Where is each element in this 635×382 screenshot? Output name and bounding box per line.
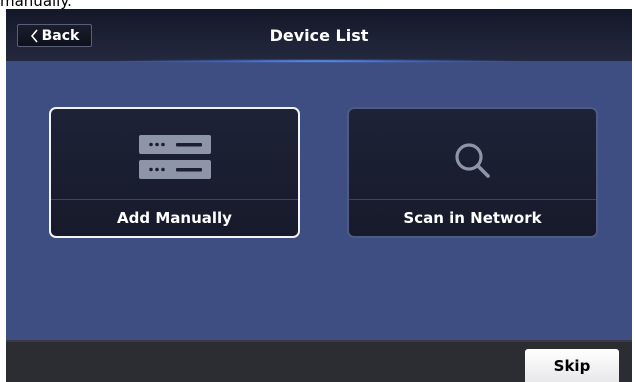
caption-text: manually.: [0, 0, 72, 9]
title-bar: Device List Back: [6, 9, 632, 63]
add-manually-label: Add Manually: [117, 209, 232, 227]
scan-in-network-button[interactable]: Scan in Network: [347, 107, 598, 238]
scan-in-network-label: Scan in Network: [403, 209, 542, 227]
skip-button[interactable]: Skip: [525, 349, 619, 382]
server-rack-icon: [138, 135, 211, 179]
back-button-label: Back: [41, 27, 80, 44]
add-manually-button[interactable]: Add Manually: [49, 107, 300, 238]
device-screen: Device List Back Add Manually Scan in Ne…: [6, 9, 632, 382]
footer-bar: Skip: [6, 340, 632, 382]
search-icon: [454, 143, 490, 178]
page-title: Device List: [269, 25, 369, 45]
chevron-left-icon: [30, 28, 38, 43]
back-button[interactable]: Back: [17, 24, 92, 47]
caption-strip: manually.: [0, 0, 635, 9]
